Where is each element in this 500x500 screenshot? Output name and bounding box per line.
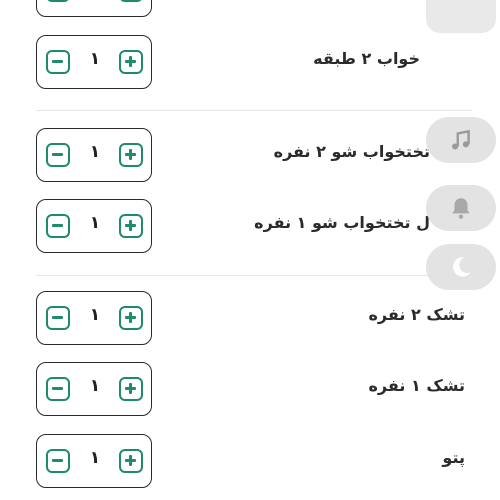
- quantity-value: ۱: [89, 142, 101, 162]
- decrement-button[interactable]: [46, 143, 70, 167]
- item-label: پتو: [442, 448, 465, 467]
- quantity-value: ۱: [89, 448, 101, 468]
- decrement-button[interactable]: [46, 0, 70, 2]
- divider: [36, 275, 472, 276]
- quantity-value: ۱: [89, 49, 101, 69]
- quantity-stepper: ۱: [36, 128, 152, 182]
- quantity-value: ۱: [89, 305, 101, 325]
- decrement-button[interactable]: [46, 449, 70, 473]
- item-label: تشک ۱ نفره: [368, 376, 465, 395]
- minus-icon: [52, 459, 63, 462]
- increment-button[interactable]: [119, 214, 143, 238]
- item-row: ۱ تشک ۱ نفره: [0, 362, 500, 418]
- quantity-stepper: ۱: [36, 362, 152, 416]
- decrement-button[interactable]: [46, 377, 70, 401]
- increment-button[interactable]: [119, 306, 143, 330]
- minus-icon: [52, 387, 63, 390]
- decrement-button[interactable]: [46, 306, 70, 330]
- quantity-value: ۱: [89, 376, 101, 396]
- item-row: ۱ تشک ۲ نفره: [0, 291, 500, 347]
- item-label: خواب ۲ طبقه: [313, 49, 420, 68]
- minus-icon: [52, 60, 63, 63]
- music-icon: [452, 129, 470, 150]
- divider: [36, 110, 472, 111]
- night-mode-button[interactable]: [426, 244, 496, 290]
- minus-icon: [52, 224, 63, 227]
- quantity-stepper: ۱: [36, 0, 152, 17]
- increment-button[interactable]: [119, 0, 143, 2]
- item-label: ل تختخواب شو ۱ نفره: [254, 213, 430, 232]
- bell-icon: [452, 198, 470, 219]
- item-label: تختخواب شو ۲ نفره: [273, 142, 430, 161]
- quantity-stepper: ۱: [36, 35, 152, 89]
- item-row: ۱ پتو: [0, 434, 500, 490]
- quantity-stepper: ۱: [36, 199, 152, 253]
- quantity-value: ۱: [89, 213, 101, 233]
- item-row: ۱: [0, 0, 500, 19]
- decrement-button[interactable]: [46, 214, 70, 238]
- moon-icon: [452, 257, 471, 277]
- item-row: ۱ ل تختخواب شو ۱ نفره: [0, 199, 500, 255]
- quantity-stepper: ۱: [36, 291, 152, 345]
- increment-button[interactable]: [119, 449, 143, 473]
- item-row: ۱ خواب ۲ طبقه: [0, 35, 500, 91]
- increment-button[interactable]: [119, 143, 143, 167]
- minus-icon: [52, 316, 63, 319]
- increment-button[interactable]: [119, 377, 143, 401]
- music-button[interactable]: [426, 117, 496, 163]
- quantity-stepper: ۱: [36, 434, 152, 488]
- item-row: ۱ تختخواب شو ۲ نفره: [0, 128, 500, 184]
- floating-panel[interactable]: [426, 0, 496, 33]
- increment-button[interactable]: [119, 50, 143, 74]
- notification-button[interactable]: [426, 185, 496, 231]
- item-label: تشک ۲ نفره: [368, 305, 465, 324]
- minus-icon: [52, 153, 63, 156]
- decrement-button[interactable]: [46, 50, 70, 74]
